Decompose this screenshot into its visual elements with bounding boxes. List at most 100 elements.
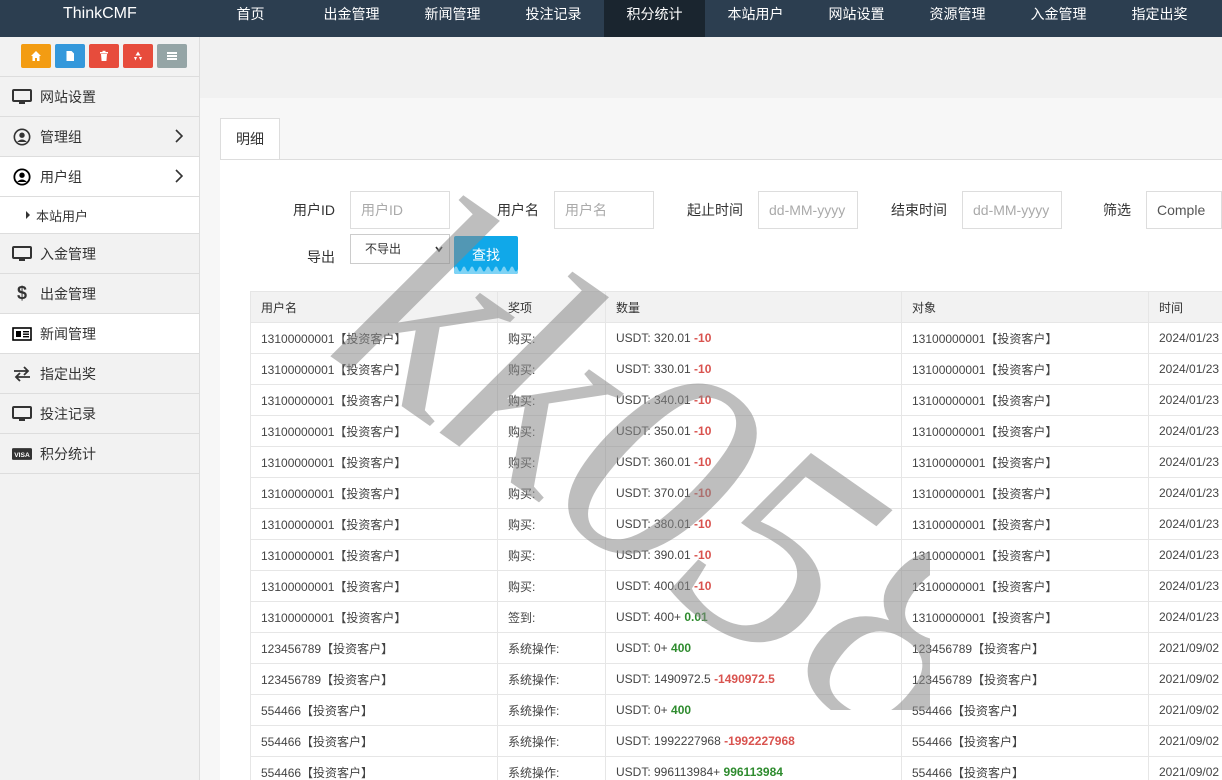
cell-amount: USDT: 1992227968 -1992227968 <box>605 725 902 757</box>
cell-amount: USDT: 400.01 -10 <box>605 570 902 602</box>
table-row[interactable]: 554466【投资客户】 系统操作: USDT: 996113984+ 996113… <box>250 756 1222 780</box>
chevron-down-icon <box>435 246 443 253</box>
table-row[interactable]: 123456789【投资客户】 系统操作: USDT: 1490972.5 -149… <box>250 663 1222 695</box>
table-row[interactable]: 13100000001【投资客户】 签到: USDT: 400+ 0.01 13100… <box>250 601 1222 633</box>
cell-award: 购买: <box>497 415 606 447</box>
export-select[interactable]: 不导出 <box>350 234 450 264</box>
sidebar-item-label: 投注记录 <box>40 405 96 422</box>
nav-site-settings[interactable]: 网站设置 <box>806 0 907 37</box>
table-row[interactable]: 13100000001【投资客户】 购买: USDT: 380.01 -10 1310… <box>250 508 1222 540</box>
sidebar-item-bets[interactable]: 投注记录 <box>0 394 199 434</box>
sidebar-item-label: 新闻管理 <box>40 325 96 342</box>
col-header-username[interactable]: 用户名 <box>250 291 498 323</box>
end-date-input[interactable] <box>962 191 1062 229</box>
sidebar-item-deposit[interactable]: 入金管理 <box>0 234 199 274</box>
list-icon <box>167 52 177 60</box>
nav-deposit[interactable]: 入金管理 <box>1008 0 1109 37</box>
amount-text: USDT: 0+ <box>616 641 672 655</box>
trash-shortcut-button[interactable] <box>89 44 119 68</box>
cell-award: 系统操作: <box>497 663 606 695</box>
cell-award: 购买: <box>497 353 606 385</box>
nav-news[interactable]: 新闻管理 <box>402 0 503 37</box>
caret-right-icon <box>26 211 30 219</box>
table-row[interactable]: 554466【投资客户】 系统操作: USDT: 0+ 400 554466【投资客户… <box>250 694 1222 726</box>
table-row[interactable]: 13100000001【投资客户】 购买: USDT: 390.01 -10 1310… <box>250 539 1222 571</box>
nav-withdraw[interactable]: 出金管理 <box>301 0 402 37</box>
cell-award: 购买: <box>497 570 606 602</box>
sidebar-item-admin-group[interactable]: 管理组 <box>0 117 199 157</box>
cell-target: 13100000001【投资客户】 <box>901 601 1149 633</box>
table-row[interactable]: 554466【投资客户】 系统操作: USDT: 1992227968 -19922… <box>250 725 1222 757</box>
col-header-target[interactable]: 对象 <box>901 291 1149 323</box>
cell-username: 554466【投资客户】 <box>250 694 498 726</box>
cell-target: 123456789【投资客户】 <box>901 632 1149 664</box>
amount-delta: -10 <box>694 331 712 345</box>
table-row[interactable]: 13100000001【投资客户】 购买: USDT: 370.01 -10 1310… <box>250 477 1222 509</box>
table-body: 13100000001【投资客户】 购买: USDT: 320.01 -10 1310… <box>250 322 1222 780</box>
start-date-input[interactable] <box>758 191 858 229</box>
user-id-input[interactable] <box>350 191 450 229</box>
brand-logo[interactable]: ThinkCMF <box>0 0 200 37</box>
amount-text: USDT: 340.01 <box>616 393 695 407</box>
cell-target: 123456789【投资客户】 <box>901 663 1149 695</box>
cell-time: 2024/01/23 <box>1148 539 1222 571</box>
nav-site-users[interactable]: 本站用户 <box>705 0 806 37</box>
table-row[interactable]: 13100000001【投资客户】 购买: USDT: 350.01 -10 1310… <box>250 415 1222 447</box>
tab-detail[interactable]: 明细 <box>220 118 280 160</box>
table-header-row: 用户名 奖项 数量 对象 时间 <box>250 291 1222 323</box>
cell-target: 13100000001【投资客户】 <box>901 477 1149 509</box>
col-header-time[interactable]: 时间 <box>1148 291 1222 323</box>
cell-time: 2021/09/02 <box>1148 725 1222 757</box>
table-row[interactable]: 13100000001【投资客户】 购买: USDT: 330.01 -10 1310… <box>250 353 1222 385</box>
home-shortcut-button[interactable] <box>21 44 51 68</box>
cell-username: 13100000001【投资客户】 <box>250 601 498 633</box>
nav-home[interactable]: 首页 <box>200 0 301 37</box>
table-row[interactable]: 123456789【投资客户】 系统操作: USDT: 0+ 400 12345678… <box>250 632 1222 664</box>
monitor-icon <box>12 87 32 107</box>
nav-prize[interactable]: 指定出奖 <box>1109 0 1210 37</box>
amount-delta: -10 <box>694 424 712 438</box>
search-button[interactable]: 查找 <box>454 236 518 274</box>
sidebar-item-withdraw[interactable]: $ 出金管理 <box>0 274 199 314</box>
table-row[interactable]: 13100000001【投资客户】 购买: USDT: 320.01 -10 1310… <box>250 322 1222 354</box>
file-shortcut-button[interactable] <box>55 44 85 68</box>
nav-points[interactable]: 积分统计 <box>604 0 705 37</box>
shortcut-bar <box>0 37 199 77</box>
sidebar-subitem-site-users[interactable]: 本站用户 <box>0 197 199 234</box>
sidebar-item-site-settings[interactable]: 网站设置 <box>0 77 199 117</box>
table-row[interactable]: 13100000001【投资客户】 购买: USDT: 400.01 -10 1310… <box>250 570 1222 602</box>
username-input[interactable] <box>554 191 654 229</box>
sidebar-item-points[interactable]: VISA 积分统计 <box>0 434 199 474</box>
cell-amount: USDT: 320.01 -10 <box>605 322 902 354</box>
sidebar-item-label: 用户组 <box>40 168 82 185</box>
sidebar-item-prize[interactable]: 指定出奖 <box>0 354 199 394</box>
recycle-shortcut-button[interactable] <box>123 44 153 68</box>
cell-time: 2021/09/02 <box>1148 632 1222 664</box>
sidebar-item-label: 指定出奖 <box>40 365 96 382</box>
amount-text: USDT: 400+ <box>616 610 685 624</box>
sidebar-item-user-group[interactable]: 用户组 <box>0 157 199 197</box>
col-header-award[interactable]: 奖项 <box>497 291 606 323</box>
amount-text: USDT: 400.01 <box>616 579 695 593</box>
sidebar-item-news[interactable]: 新闻管理 <box>0 314 199 354</box>
table-row[interactable]: 13100000001【投资客户】 购买: USDT: 340.01 -10 1310… <box>250 384 1222 416</box>
sidebar-item-label: 积分统计 <box>40 445 96 462</box>
cell-award: 购买: <box>497 322 606 354</box>
amount-text: USDT: 320.01 <box>616 331 695 345</box>
cell-time: 2024/01/23 <box>1148 384 1222 416</box>
cell-award: 购买: <box>497 539 606 571</box>
amount-text: USDT: 350.01 <box>616 424 695 438</box>
amount-delta: -10 <box>694 579 712 593</box>
user-circle-icon <box>12 127 32 147</box>
newspaper-icon <box>12 324 32 344</box>
nav-bets[interactable]: 投注记录 <box>503 0 604 37</box>
filter-select[interactable]: Comple <box>1146 191 1222 229</box>
cell-time: 2024/01/23 <box>1148 446 1222 478</box>
amount-text: USDT: 380.01 <box>616 517 695 531</box>
cell-amount: USDT: 996113984+ 996113984 <box>605 756 902 780</box>
nav-resources[interactable]: 资源管理 <box>907 0 1008 37</box>
sidebar-subitem-label: 本站用户 <box>36 208 89 224</box>
list-shortcut-button[interactable] <box>157 44 187 68</box>
col-header-amount[interactable]: 数量 <box>605 291 902 323</box>
table-row[interactable]: 13100000001【投资客户】 购买: USDT: 360.01 -10 1310… <box>250 446 1222 478</box>
